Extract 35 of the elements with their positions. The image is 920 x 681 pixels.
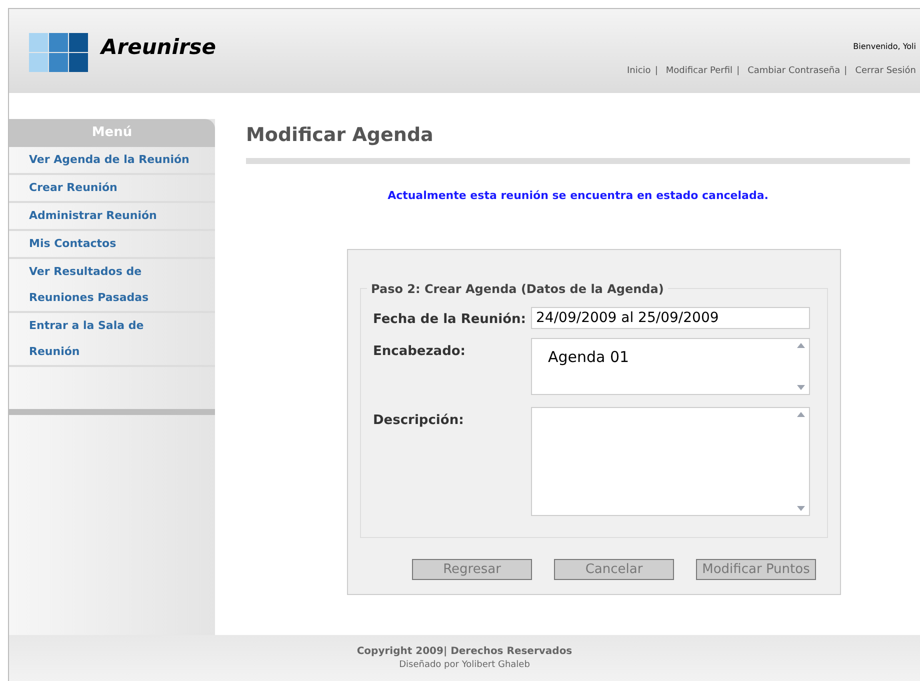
menu-link[interactable]: Ver Resultados de Reuniones Pasadas [29, 259, 195, 311]
field-label: Descripción: [373, 412, 465, 430]
nav-link[interactable]: Cerrar Sesión [855, 65, 916, 78]
form-button[interactable]: Regresar [412, 559, 532, 580]
field-label: Encabezado: [373, 342, 467, 360]
text-area-value: Agenda 01 [548, 348, 630, 366]
menu-link[interactable]: Entrar a la Sala de Reunión [29, 313, 195, 365]
text-area-field[interactable]: Agenda 01 [531, 338, 810, 394]
scroll-up-icon[interactable] [797, 342, 805, 348]
nav-separator: | [654, 65, 658, 78]
form-button[interactable]: Modificar Puntos [696, 559, 816, 580]
menu-link[interactable]: Ver Agenda de la Reunión [29, 147, 195, 173]
site-logo-text[interactable]: Areunirse [101, 37, 216, 58]
nav-separator: | [736, 65, 740, 78]
scroll-down-icon[interactable] [797, 506, 805, 510]
menu-link[interactable]: Administrar Reunión [29, 203, 195, 229]
menu-link[interactable]: Mis Contactos [29, 231, 195, 257]
nav-separator: | [844, 65, 848, 78]
nav-link[interactable]: Cambiar Contraseña [748, 65, 840, 78]
menu-link[interactable]: Crear Reunión [29, 175, 195, 201]
menu-title: Menú [92, 124, 132, 142]
form-button[interactable]: Cancelar [554, 559, 674, 580]
credit-text: Diseñado por Yolibert Ghaleb [399, 658, 530, 672]
nav-link[interactable]: Modificar Perfil [666, 65, 733, 78]
text-area-field[interactable] [531, 406, 810, 516]
status-message: Actualmente esta reunión se encuentra en estado cancelada. [386, 188, 770, 204]
date-field[interactable]: 24/09/2009 al 25/09/2009 [531, 306, 810, 329]
page-title: Modificar Agenda [246, 123, 434, 148]
greeting-text: Bienvenido, Yoli [853, 41, 916, 53]
scroll-up-icon[interactable] [797, 412, 805, 416]
scroll-down-icon[interactable] [797, 384, 805, 390]
field-label: Fecha de la Reunión: [373, 311, 528, 329]
logo-icon [29, 33, 89, 73]
copyright-text: Copyright 2009| Derechos Reservados [356, 644, 572, 659]
nav-link[interactable]: Inicio [626, 65, 651, 78]
